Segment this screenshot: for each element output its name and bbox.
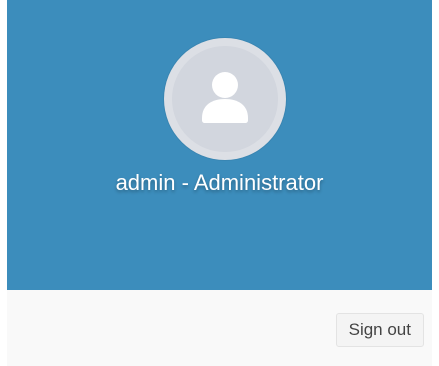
user-name-label: admin - Administrator: [115, 170, 324, 195]
sign-out-button[interactable]: Sign out: [335, 313, 424, 347]
user-header: admin - Administrator: [7, 0, 432, 290]
user-icon: [202, 72, 248, 123]
user-footer: Sign out: [7, 290, 432, 366]
user-menu-dropdown: admin - Administrator Sign out: [7, 0, 432, 366]
avatar: [164, 38, 286, 160]
